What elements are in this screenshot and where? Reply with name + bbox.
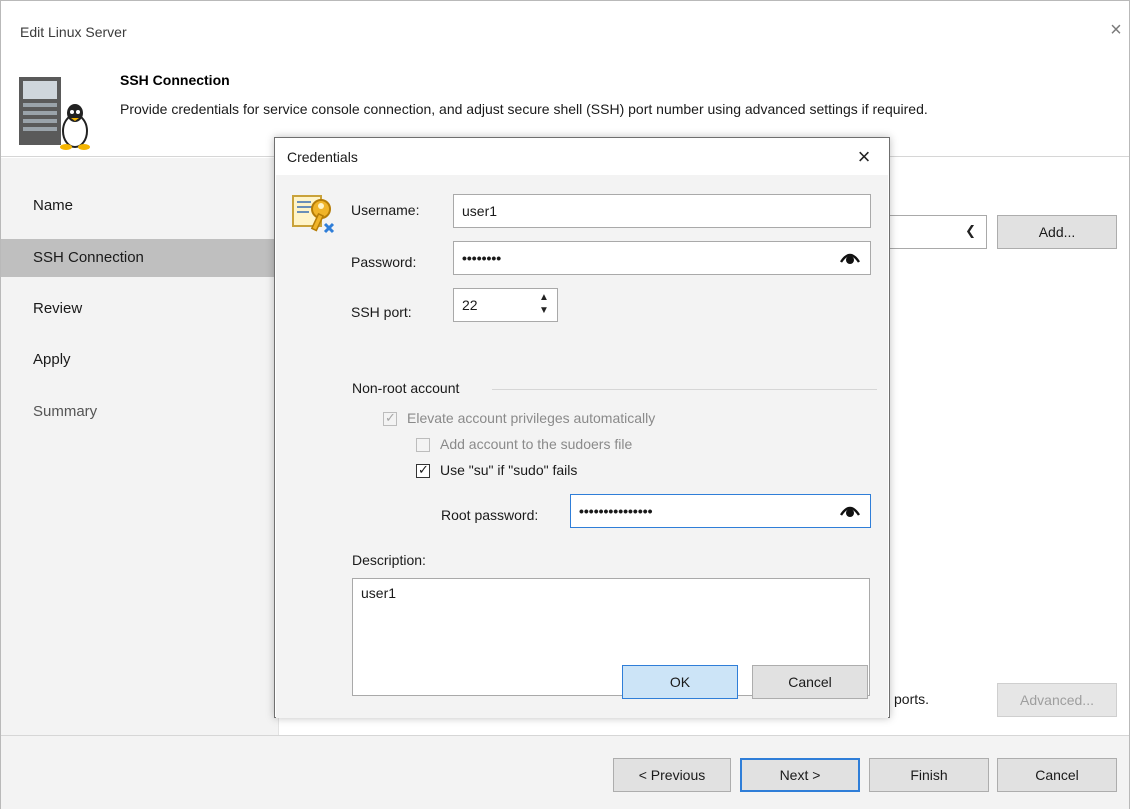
window-title: Edit Linux Server (20, 24, 127, 40)
sudoers-label: Add account to the sudoers file (440, 436, 633, 452)
root-password-field[interactable]: ••••••••••••••• (570, 494, 871, 528)
wizard-steps-sidebar: Name SSH Connection Review Apply Summary (1, 158, 279, 735)
dialog-title: Credentials (287, 149, 358, 165)
page-title: SSH Connection (120, 72, 230, 88)
ssh-port-stepper[interactable]: 22 ▲ ▼ (453, 288, 558, 322)
sidebar-item-summary: Summary (33, 403, 98, 420)
description-label: Description: (352, 552, 426, 568)
ports-note-text: ports. (894, 691, 930, 707)
dialog-cancel-button[interactable]: Cancel (752, 665, 868, 699)
ssh-port-label: SSH port: (351, 304, 412, 320)
checkmark-icon: ✓ (418, 462, 429, 477)
sidebar-item-apply[interactable]: Apply (1, 341, 279, 379)
elevate-label: Elevate account privileges automatically (407, 410, 656, 426)
add-button[interactable]: Add... (997, 215, 1117, 249)
finish-button[interactable]: Finish (869, 758, 989, 792)
group-divider (492, 389, 877, 390)
ok-button[interactable]: OK (622, 665, 738, 699)
credentials-key-icon (292, 195, 335, 234)
spinner-arrows-icon[interactable]: ▲ ▼ (537, 291, 551, 319)
root-password-mask: ••••••••••••••• (579, 503, 653, 519)
elevate-checkbox: ✓ (383, 410, 397, 426)
credentials-dialog: Credentials × Username: user1 Password: … (274, 137, 890, 718)
sudoers-checkbox (416, 438, 430, 452)
dialog-close-icon[interactable]: × (851, 144, 877, 170)
page-description: Provide credentials for service console … (120, 101, 928, 117)
use-su-checkbox[interactable]: ✓ (416, 462, 430, 478)
previous-button[interactable]: < Previous (613, 758, 731, 792)
show-password-icon[interactable] (840, 250, 860, 266)
sidebar-item-ssh-connection[interactable]: SSH Connection (1, 239, 279, 277)
show-root-password-icon[interactable] (840, 503, 860, 519)
next-button[interactable]: Next > (740, 758, 860, 792)
username-label: Username: (351, 202, 420, 218)
checkmark-icon: ✓ (385, 410, 396, 425)
sidebar-item-review[interactable]: Review (1, 290, 279, 328)
password-label: Password: (351, 254, 417, 270)
sidebar-item-name[interactable]: Name (1, 187, 279, 225)
password-field[interactable]: •••••••• (453, 241, 871, 275)
advanced-button: Advanced... (997, 683, 1117, 717)
chevron-down-icon: ❮ (965, 223, 976, 238)
root-password-label: Root password: (441, 507, 539, 523)
non-root-group-label: Non-root account (352, 380, 460, 396)
dialog-body: Username: user1 Password: •••••••• SSH p… (276, 175, 888, 718)
cancel-button[interactable]: Cancel (997, 758, 1117, 792)
close-icon[interactable]: × (1105, 19, 1127, 41)
wizard-footer: < Previous Next > Finish Cancel (1, 735, 1129, 809)
credentials-dropdown[interactable]: ❮ (881, 215, 987, 249)
ssh-port-value: 22 (462, 297, 478, 313)
linux-server-icon (19, 77, 90, 150)
username-field[interactable]: user1 (453, 194, 871, 228)
use-su-label: Use "su" if "sudo" fails (440, 462, 578, 478)
password-mask: •••••••• (462, 250, 502, 266)
